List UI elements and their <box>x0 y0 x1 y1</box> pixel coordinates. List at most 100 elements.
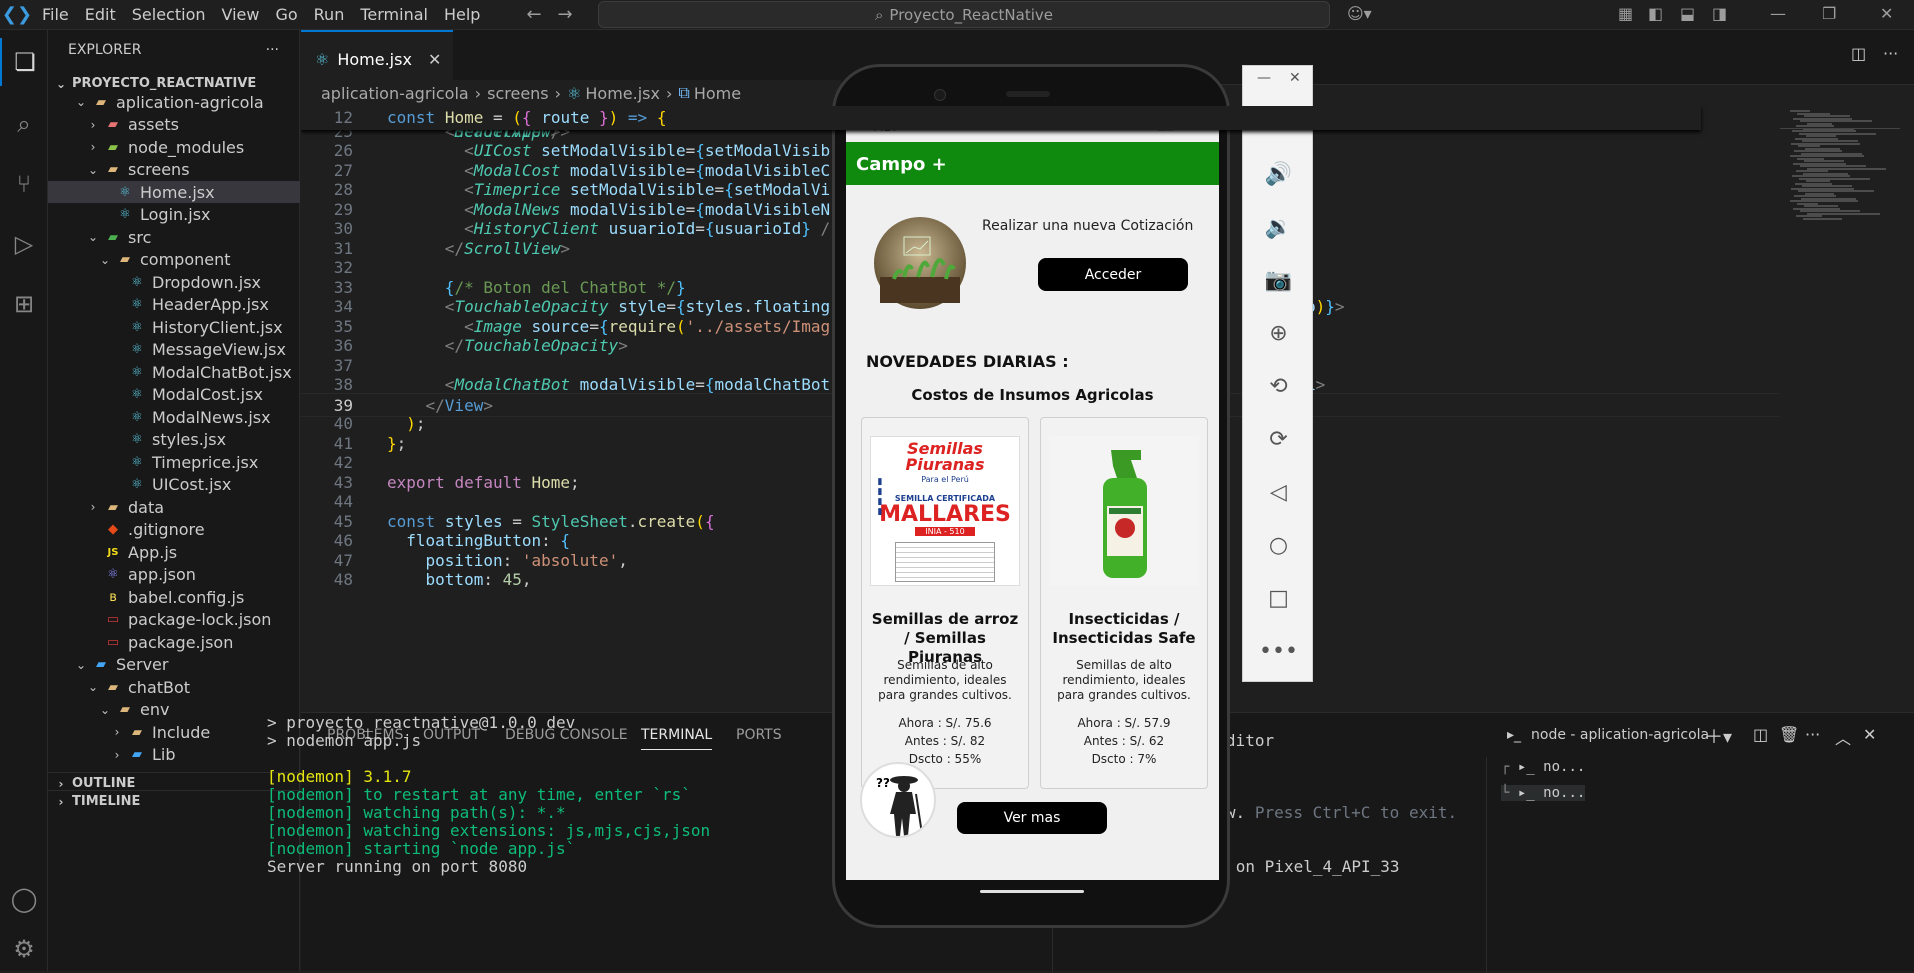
menu-run[interactable]: Run <box>306 5 353 24</box>
terminal-name[interactable]: node - aplication-agricola <box>1531 727 1709 743</box>
json-icon: ⚛ <box>107 567 119 582</box>
source-control-icon[interactable]: ⑂ <box>0 160 48 208</box>
minimap[interactable] <box>1780 106 1900 710</box>
menu-selection[interactable]: Selection <box>124 5 214 24</box>
menu-help[interactable]: Help <box>436 5 488 24</box>
tree-item[interactable]: ⌄ ▰ Server <box>48 654 300 676</box>
breadcrumb-file[interactable]: Home.jsx <box>585 84 660 103</box>
split-terminal-icon[interactable]: ◫ <box>1753 725 1768 744</box>
tree-item-label: HistoryClient.jsx <box>152 317 283 337</box>
breadcrumb-folder[interactable]: aplication-agricola <box>321 84 469 103</box>
volume-down-icon[interactable]: 🔉 <box>1243 207 1314 247</box>
breadcrumb-screens[interactable]: screens <box>487 84 549 103</box>
more-options-icon[interactable]: ••• <box>1243 631 1314 671</box>
menu-file[interactable]: File <box>34 5 77 24</box>
back-arrow-icon[interactable]: ← <box>518 4 549 25</box>
folder-icon: ▰ <box>132 724 142 740</box>
camera-icon[interactable]: 📷 <box>1243 260 1314 300</box>
breadcrumb-symbol[interactable]: Home <box>694 84 741 103</box>
product-card[interactable]: Semillas Piuranas Para el Perú SEMILLA C… <box>861 417 1029 789</box>
home-gesture-bar[interactable] <box>980 890 1084 893</box>
copilot-icon[interactable]: ☺▾ <box>1347 4 1372 23</box>
tree-item[interactable]: ⌄ ▰ screens <box>48 159 300 181</box>
tree-item[interactable]: ⚛ ModalNews.jsx <box>48 406 300 428</box>
toggle-secondary-sidebar-icon[interactable]: ◨ <box>1712 4 1727 23</box>
tree-item[interactable]: › ▰ data <box>48 496 300 518</box>
terminal-list-item[interactable]: └ ▸_ no... <box>1501 785 1586 801</box>
rotate-left-icon[interactable]: ⟲ <box>1243 366 1314 406</box>
tree-item[interactable]: ⚛ ModalChatBot.jsx <box>48 361 300 383</box>
tree-item[interactable]: › ▰ Lib <box>48 744 300 766</box>
tree-item[interactable]: ▭ package.json <box>48 631 300 653</box>
tree-item[interactable]: ⌄ ▰ src <box>48 226 300 248</box>
split-editor-icon[interactable]: ◫ <box>1851 44 1866 63</box>
overview-icon[interactable]: □ <box>1243 578 1314 618</box>
extensions-icon[interactable]: ⊞ <box>0 280 48 328</box>
explorer-files-icon[interactable]: ❏ <box>0 38 48 86</box>
tree-item[interactable]: ⚛ UICost.jsx <box>48 474 300 496</box>
menu-edit[interactable]: Edit <box>77 5 124 24</box>
maximize-panel-icon[interactable]: ︿ <box>1835 725 1851 749</box>
minimize-window-icon[interactable]: — <box>1770 4 1786 23</box>
menu-view[interactable]: View <box>214 5 268 24</box>
kill-terminal-icon[interactable]: 🗑 <box>1779 725 1799 744</box>
zoom-icon[interactable]: ⊕ <box>1243 313 1314 353</box>
tree-item[interactable]: ⚛ app.json <box>48 564 300 586</box>
toggle-sidebar-icon[interactable]: ◧ <box>1648 4 1663 23</box>
command-center-search[interactable]: ⌕ Proyecto_ReactNative <box>598 1 1330 28</box>
close-tab-icon[interactable]: ✕ <box>428 50 441 69</box>
volume-up-icon[interactable]: 🔊 <box>1243 154 1314 194</box>
tree-item[interactable]: ⌄ ▰ component <box>48 249 300 271</box>
settings-gear-icon[interactable]: ⚙ <box>0 925 48 973</box>
menu-go[interactable]: Go <box>267 5 305 24</box>
tree-item[interactable]: ⚛ HeaderApp.jsx <box>48 294 300 316</box>
emulator-minimize-icon[interactable]: — <box>1257 70 1271 86</box>
panel-tab-ports[interactable]: PORTS <box>736 727 782 743</box>
back-icon[interactable]: ◁ <box>1243 472 1314 512</box>
timeline-section[interactable]: › TIMELINE <box>48 790 300 812</box>
tree-item[interactable]: ▭ package-lock.json <box>48 609 300 631</box>
tab-home-jsx[interactable]: ⚛ Home.jsx ✕ <box>301 30 453 86</box>
tree-item[interactable]: ⚛ Login.jsx <box>48 204 300 226</box>
tree-item[interactable]: › ▰ Include <box>48 721 300 743</box>
tree-item[interactable]: ⌄ ▰ env <box>48 699 300 721</box>
phone-screen[interactable]: 7:27 ▾◢▮ Campo + Realizar una nueva Coti… <box>846 114 1219 880</box>
account-icon[interactable]: ◯ <box>0 875 48 923</box>
home-icon[interactable]: ○ <box>1243 525 1314 565</box>
chatbot-floating-button[interactable]: ?? <box>860 762 936 838</box>
layout-customize-icon[interactable]: ▦ <box>1618 4 1633 23</box>
project-root[interactable]: ⌄ PROYECTO_REACTNATIVE <box>48 70 300 97</box>
tree-item[interactable]: ⚛ Dropdown.jsx <box>48 271 300 293</box>
more-actions-icon[interactable]: ··· <box>266 42 279 58</box>
tree-item[interactable]: ⚛ styles.jsx <box>48 429 300 451</box>
panel-tab-terminal[interactable]: TERMINAL <box>641 727 713 750</box>
tree-item[interactable]: ⚛ MessageView.jsx <box>48 339 300 361</box>
tree-item[interactable]: ⚛ HistoryClient.jsx <box>48 316 300 338</box>
toggle-panel-icon[interactable]: ⬓ <box>1680 4 1695 23</box>
forward-arrow-icon[interactable]: → <box>550 4 581 25</box>
tree-item[interactable]: ⚛ Timeprice.jsx <box>48 451 300 473</box>
ver-mas-button[interactable]: Ver mas <box>957 802 1107 834</box>
menu-terminal[interactable]: Terminal <box>352 5 436 24</box>
tree-item[interactable]: JS App.js <box>48 541 300 563</box>
tree-item[interactable]: ⚛ Home.jsx <box>48 181 300 203</box>
run-debug-icon[interactable]: ▷ <box>0 220 48 268</box>
editor-more-icon[interactable]: ··· <box>1883 44 1898 63</box>
close-panel-icon[interactable]: ✕ <box>1863 725 1876 744</box>
tree-item[interactable]: ⚛ ModalCost.jsx <box>48 384 300 406</box>
tree-item[interactable]: ʙ babel.config.js <box>48 586 300 608</box>
terminal-list-item[interactable]: ┌ ▸_ no... <box>1501 759 1585 775</box>
tree-item[interactable]: › ▰ node_modules <box>48 136 300 158</box>
rotate-right-icon[interactable]: ⟳ <box>1243 419 1314 459</box>
search-icon[interactable]: ⌕ <box>0 100 48 148</box>
close-window-icon[interactable]: ✕ <box>1880 4 1893 23</box>
tree-item[interactable]: ⌄ ▰ chatBot <box>48 676 300 698</box>
emulator-close-icon[interactable]: ✕ <box>1289 70 1301 86</box>
acceder-button[interactable]: Acceder <box>1038 258 1188 291</box>
new-terminal-icon[interactable]: ＋▾ <box>1705 723 1732 749</box>
tree-item[interactable]: ◆ .gitignore <box>48 519 300 541</box>
restore-window-icon[interactable]: ❐ <box>1822 4 1836 23</box>
panel-more-icon[interactable]: ··· <box>1805 725 1820 744</box>
tree-item[interactable]: › ▰ assets <box>48 114 300 136</box>
product-card[interactable]: Insecticidas / Insecticidas Safe Semilla… <box>1040 417 1208 789</box>
